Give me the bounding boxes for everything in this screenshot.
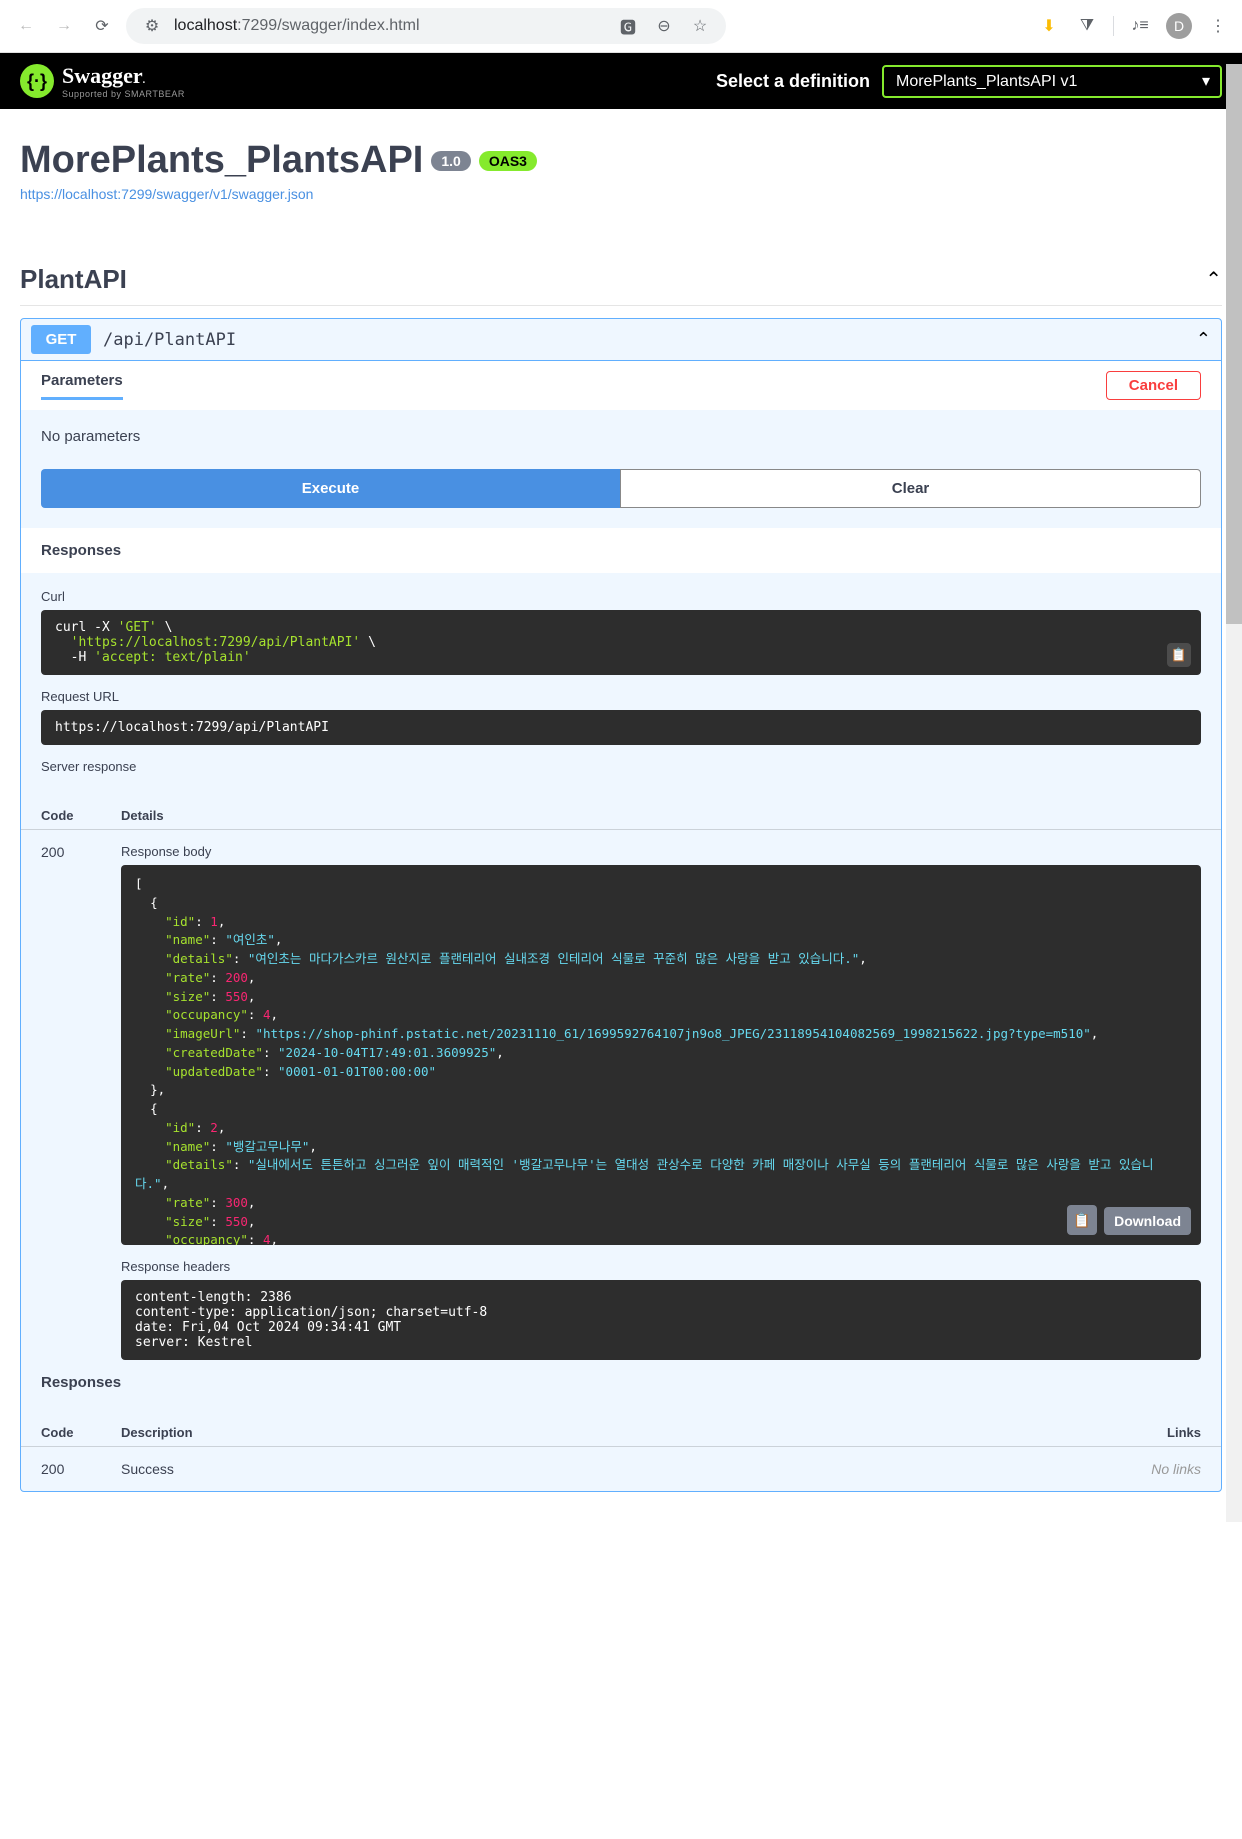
response-body-block[interactable]: [ { "id": 1, "name": "여인초", "details": "… — [121, 865, 1201, 1245]
oas-badge: OAS3 — [479, 151, 537, 171]
execute-button[interactable]: Execute — [41, 469, 620, 508]
response-headers-block: content-length: 2386 content-type: appli… — [121, 1280, 1201, 1360]
response-row: 200 Response body [ { "id": 1, "name": "… — [21, 830, 1221, 1374]
no-links-text: No links — [1121, 1461, 1201, 1477]
menu-icon[interactable]: ⋮ — [1206, 14, 1230, 38]
scrollbar-thumb[interactable] — [1226, 64, 1242, 624]
copy-curl-button[interactable]: 📋 — [1167, 643, 1191, 667]
documented-response-code: 200 — [41, 1461, 121, 1477]
col-code-header: Code — [41, 1425, 121, 1440]
curl-block: curl -X 'GET' \ 'https://localhost:7299/… — [41, 610, 1201, 675]
response-headers-label: Response headers — [121, 1259, 1201, 1274]
col-details-header: Details — [121, 808, 1201, 823]
swagger-logo: {·} Swagger. Supported by SMARTBEAR — [20, 63, 185, 99]
nav-back-button[interactable]: ← — [12, 12, 40, 40]
col-code-header: Code — [41, 808, 121, 823]
response-body-label: Response body — [121, 844, 1201, 859]
operation-block: GET /api/PlantAPI ⌃ Parameters Cancel No… — [20, 318, 1222, 1492]
download-button[interactable]: Download — [1104, 1207, 1191, 1235]
parameters-header-row: Parameters Cancel — [21, 361, 1221, 410]
swagger-logo-text: Swagger. — [62, 63, 185, 89]
request-url-block: https://localhost:7299/api/PlantAPI — [41, 710, 1201, 745]
zoom-icon[interactable]: ⊖ — [652, 14, 676, 38]
definition-select[interactable]: MorePlants_PlantsAPI v1 — [882, 65, 1222, 98]
swagger-topbar: {·} Swagger. Supported by SMARTBEAR Sele… — [0, 53, 1242, 109]
profile-avatar[interactable]: D — [1166, 13, 1192, 39]
download-arrow-icon[interactable]: ⬇ — [1037, 14, 1061, 38]
site-settings-icon[interactable]: ⚙ — [140, 14, 164, 38]
chevron-up-icon: ⌃ — [1205, 267, 1222, 292]
copy-response-button[interactable]: 📋 — [1067, 1205, 1097, 1235]
operation-path: /api/PlantAPI — [103, 330, 236, 350]
spec-url-link[interactable]: https://localhost:7299/swagger/v1/swagge… — [20, 186, 313, 202]
url-bar[interactable]: ⚙ localhost:7299/swagger/index.html 🅶 ⊖ … — [126, 8, 726, 44]
col-description-header: Description — [121, 1425, 1121, 1440]
translate-icon[interactable]: 🅶 — [616, 14, 640, 38]
server-response-label: Server response — [41, 759, 1201, 774]
extensions-icon[interactable]: ⧩ — [1075, 14, 1099, 38]
col-links-header: Links — [1121, 1425, 1201, 1440]
method-badge: GET — [31, 325, 91, 354]
version-badge: 1.0 — [431, 151, 470, 171]
swagger-logo-icon: {·} — [20, 64, 54, 98]
url-text: localhost:7299/swagger/index.html — [174, 17, 420, 35]
documented-response-row: 200 Success No links — [21, 1447, 1221, 1491]
tag-name: PlantAPI — [20, 264, 127, 295]
request-url-label: Request URL — [41, 689, 1201, 704]
reload-button[interactable]: ⟳ — [88, 12, 116, 40]
tag-header[interactable]: PlantAPI ⌃ — [20, 254, 1222, 306]
bookmark-icon[interactable]: ☆ — [688, 14, 712, 38]
clear-button[interactable]: Clear — [620, 469, 1201, 508]
api-title: MorePlants_PlantsAPI — [20, 139, 423, 182]
page-scrollbar[interactable] — [1226, 64, 1242, 1522]
parameters-tab[interactable]: Parameters — [41, 372, 123, 400]
chevron-up-icon: ⌃ — [1196, 329, 1211, 350]
documented-response-desc: Success — [121, 1461, 1121, 1477]
response-code: 200 — [41, 844, 121, 1360]
media-icon[interactable]: ♪≡ — [1128, 14, 1152, 38]
toolbar-divider — [1113, 16, 1114, 36]
operation-header[interactable]: GET /api/PlantAPI ⌃ — [21, 319, 1221, 360]
definition-label: Select a definition — [716, 71, 870, 92]
browser-toolbar: ← → ⟳ ⚙ localhost:7299/swagger/index.htm… — [0, 0, 1242, 53]
no-parameters-text: No parameters — [21, 410, 1221, 469]
responses-section-label: Responses — [41, 1374, 1201, 1391]
responses-header: Responses — [21, 528, 1221, 573]
swagger-logo-sub: Supported by SMARTBEAR — [62, 89, 185, 99]
cancel-button[interactable]: Cancel — [1106, 371, 1201, 400]
curl-label: Curl — [41, 589, 1201, 604]
nav-forward-button[interactable]: → — [50, 12, 78, 40]
